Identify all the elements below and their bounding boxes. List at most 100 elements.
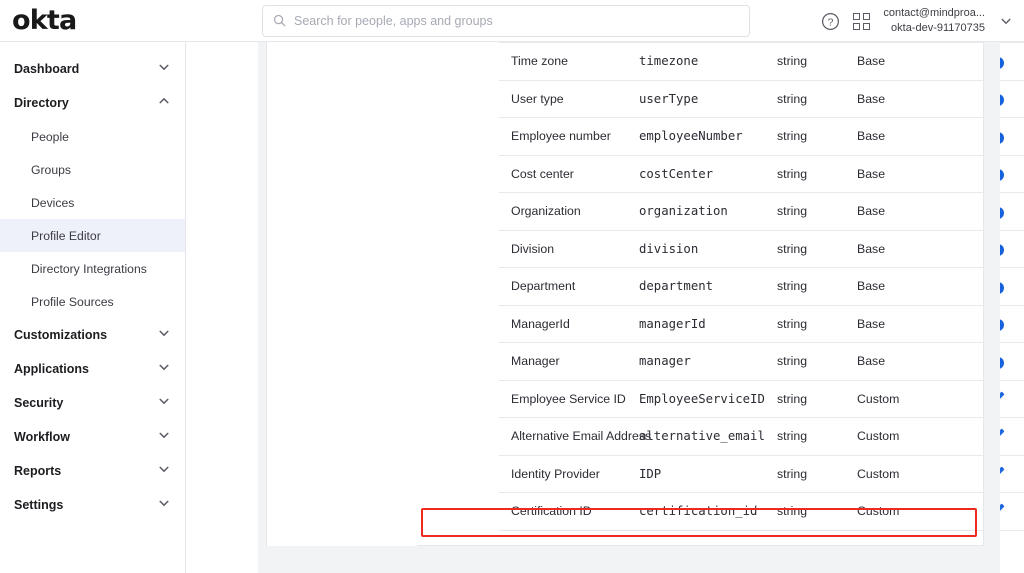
main-content: Time zonetimezonestringBasei✕User typeus… (186, 42, 1024, 573)
attribute-data-type: string (777, 380, 857, 418)
question-circle-icon[interactable]: ? (821, 12, 840, 31)
chevron-down-icon[interactable] (158, 394, 170, 412)
okta-logo[interactable]: okta (0, 7, 190, 34)
attribute-variable-name: IDP (639, 455, 777, 493)
sidebar-group-workflow[interactable]: Workflow (0, 420, 185, 454)
attribute-data-type: string (777, 305, 857, 343)
attribute-display-name: Manager (499, 342, 639, 381)
sidebar-group-dashboard[interactable]: Dashboard (0, 52, 185, 86)
sidebar-group-applications[interactable]: Applications (0, 352, 185, 386)
table-row[interactable]: Alternative Email Address alternative_ema… (499, 417, 1024, 456)
table-row[interactable]: User typeuserTypestringBasei✕ (499, 80, 1024, 118)
attribute-display-name: Alternative Email Address (499, 417, 651, 456)
attribute-type: Custom (857, 380, 975, 418)
attribute-variable-name: userType (639, 80, 777, 118)
sidebar-item-directory-integrations[interactable]: Directory Integrations (0, 252, 185, 285)
attribute-type: Base (857, 267, 975, 306)
sidebar-group-label: Reports (14, 464, 62, 478)
sidebar-group-directory[interactable]: Directory (0, 86, 185, 120)
right-gutter (984, 42, 1000, 546)
attribute-display-name: Division (499, 230, 639, 268)
attribute-data-type: string (777, 117, 857, 156)
search-input[interactable] (294, 13, 739, 28)
table-row[interactable]: Employee Service ID EmployeeServiceID stri… (499, 380, 1024, 418)
attribute-variable-name: timezone (639, 42, 777, 81)
sidebar-group-label: Security (14, 396, 64, 410)
attribute-variable-name: manager (639, 342, 777, 381)
attribute-display-name: Cost center (499, 155, 639, 193)
attribute-data-type: string (777, 230, 857, 268)
sidebar-item-profile-sources[interactable]: Profile Sources (0, 285, 185, 318)
sidebar-item-label: Profile Editor (31, 228, 101, 243)
attribute-variable-name: employeeNumber (639, 117, 777, 156)
bottom-gutter (258, 546, 1000, 573)
attribute-variable-name: EmployeeServiceID (639, 380, 777, 418)
table-row[interactable]: ManagerIdmanagerIdstringBasei✕ (499, 305, 1024, 343)
left-gutter (258, 42, 266, 546)
sidebar-group-reports[interactable]: Reports (0, 454, 185, 488)
attribute-data-type: string (777, 342, 857, 381)
sidebar-group-label: Applications (14, 362, 90, 376)
attribute-data-type: string (777, 155, 857, 193)
attribute-display-name: Employee Service ID (499, 380, 639, 418)
okta-admin-console: okta ? (0, 0, 1024, 573)
sidebar-group-security[interactable]: Security (0, 386, 185, 420)
attribute-variable-name: division (639, 230, 777, 268)
sidebar-item-label: People (31, 129, 69, 144)
attribute-variable-name: organization (639, 192, 777, 231)
table-row[interactable]: Cost centercostCenterstringBasei✕ (499, 155, 1024, 193)
sidebar-group-customizations[interactable]: Customizations (0, 318, 185, 352)
attribute-type: Base (857, 192, 975, 231)
sidebar-item-profile-editor[interactable]: Profile Editor (0, 219, 185, 252)
sidebar-item-label: Directory Integrations (31, 261, 147, 276)
attribute-type: Custom (857, 492, 975, 531)
attribute-variable-name: costCenter (639, 155, 777, 193)
chevron-down-icon[interactable] (158, 462, 170, 480)
primary-sidebar: Dashboard Directory People Groups Devices Pro… (0, 42, 186, 573)
attribute-display-name: Department (499, 267, 639, 306)
global-search (262, 4, 750, 37)
table-row[interactable]: OrganizationorganizationstringBasei✕ (499, 192, 1024, 231)
sidebar-group-label: Workflow (14, 430, 71, 444)
attribute-type: Base (857, 305, 975, 343)
chevron-down-icon[interactable] (158, 360, 170, 378)
chevron-down-icon[interactable] (158, 428, 170, 446)
account-info[interactable]: contact@mindproa... okta-dev-91170735 (883, 6, 985, 35)
chevron-down-icon[interactable] (158, 60, 170, 78)
panel-left-pad (267, 42, 417, 546)
chevron-down-icon[interactable] (1000, 15, 1012, 27)
attribute-display-name: Identity Provider (499, 455, 639, 493)
account-org: okta-dev-91170735 (891, 22, 985, 34)
attribute-type: Base (857, 117, 975, 156)
chevron-up-icon[interactable] (158, 94, 170, 112)
sidebar-group-settings[interactable]: Settings (0, 488, 185, 522)
sidebar-item-groups[interactable]: Groups (0, 153, 185, 186)
table-row[interactable]: DepartmentdepartmentstringBasei✕ (499, 267, 1024, 306)
attribute-data-type: string (777, 492, 857, 531)
attribute-variable-name: department (639, 267, 777, 306)
table-row[interactable]: Employee numberemployeeNumberstringBasei… (499, 117, 1024, 156)
attribute-data-type: string (777, 455, 857, 493)
sidebar-item-devices[interactable]: Devices (0, 186, 185, 219)
attribute-data-type: string (777, 417, 857, 456)
attribute-type: Custom (857, 417, 975, 456)
table-row[interactable]: Time zonetimezonestringBasei✕ (499, 42, 1024, 81)
attribute-data-type: string (777, 80, 857, 118)
chevron-down-icon[interactable] (158, 496, 170, 514)
profile-attributes-panel: Time zonetimezonestringBasei✕User typeus… (266, 42, 1024, 546)
attribute-variable-name: certification_id (639, 492, 777, 531)
sidebar-item-people[interactable]: People (0, 120, 185, 153)
table-row[interactable]: Certification ID certification_id string Cu… (499, 492, 1024, 531)
sidebar-group-label: Customizations (14, 328, 108, 342)
table-row[interactable]: Identity ProviderIDPstringCustom✕ (499, 455, 1024, 493)
attribute-type: Base (857, 155, 975, 193)
chevron-down-icon[interactable] (158, 326, 170, 344)
apps-grid-icon[interactable] (853, 12, 871, 30)
table-row[interactable]: ManagermanagerstringBasei✕ (499, 342, 1024, 381)
search-box[interactable] (262, 4, 750, 37)
sidebar-item-label: Devices (31, 195, 75, 210)
attribute-type: Base (857, 80, 975, 118)
attribute-display-name: Organization (499, 192, 639, 231)
attribute-display-name: ManagerId (499, 305, 639, 343)
table-row[interactable]: DivisiondivisionstringBasei✕ (499, 230, 1024, 268)
